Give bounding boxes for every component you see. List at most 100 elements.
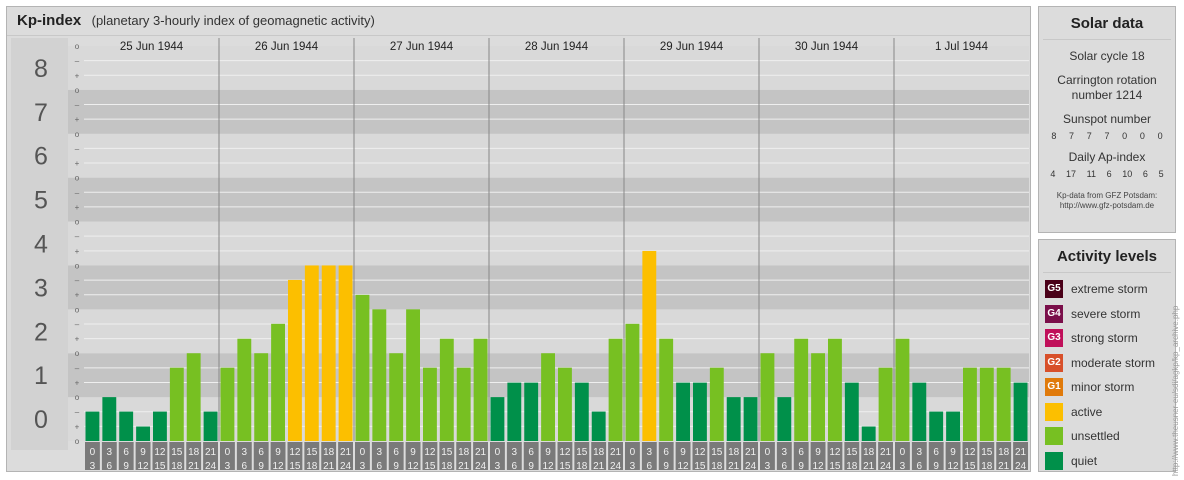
minor-tick-label: + bbox=[75, 159, 80, 168]
solar-data-panel: Solar data Solar cycle 18 Carrington rot… bbox=[1038, 6, 1176, 233]
legend-item-quiet: quiet bbox=[1039, 449, 1175, 474]
interval-end: 18 bbox=[441, 461, 453, 470]
kp-bar-0-5 bbox=[169, 367, 184, 441]
minor-tick-label: + bbox=[75, 291, 80, 300]
interval-start: 6 bbox=[933, 447, 939, 458]
interval-end: 15 bbox=[829, 461, 841, 470]
interval-end: 12 bbox=[138, 461, 150, 470]
kp-bar-4-4 bbox=[693, 382, 707, 441]
kp-bar-4-7 bbox=[743, 397, 758, 441]
interval-end: 21 bbox=[458, 461, 470, 470]
interval-start: 21 bbox=[1015, 447, 1027, 458]
kp-band-5 bbox=[68, 177, 1029, 222]
interval-end: 9 bbox=[798, 461, 804, 470]
legend-swatch: G5 bbox=[1045, 280, 1063, 299]
y-tick-label-5: 5 bbox=[34, 187, 48, 215]
interval-end: 21 bbox=[998, 461, 1010, 470]
sunspot-value-5: 0 bbox=[1139, 131, 1145, 141]
interval-start: 12 bbox=[559, 447, 571, 458]
interval-end: 18 bbox=[711, 461, 723, 470]
interval-end: 6 bbox=[242, 461, 248, 470]
interval-start: 3 bbox=[782, 447, 788, 458]
interval-start: 0 bbox=[900, 447, 906, 458]
interval-end: 3 bbox=[900, 461, 906, 470]
interval-start: 3 bbox=[107, 447, 113, 458]
day-label-1: 26 Jun 1944 bbox=[255, 41, 319, 53]
interval-start: 9 bbox=[950, 447, 956, 458]
minor-tick-label: + bbox=[75, 71, 80, 80]
interval-start: 3 bbox=[917, 447, 923, 458]
interval-start: 9 bbox=[140, 447, 146, 458]
kp-bar-2-2 bbox=[389, 353, 404, 441]
kp-bar-0-0 bbox=[85, 411, 100, 441]
chart-title: Kp-index bbox=[17, 12, 82, 29]
interval-end: 6 bbox=[917, 461, 923, 470]
legend-swatch bbox=[1045, 427, 1063, 446]
kp-band-6 bbox=[68, 133, 1029, 178]
interval-start: 18 bbox=[728, 447, 740, 458]
interval-start: 21 bbox=[610, 447, 622, 458]
interval-end: 18 bbox=[306, 461, 318, 470]
legend-item-unsettled: unsettled bbox=[1039, 424, 1175, 449]
legend-item-severe-storm: G4 severe storm bbox=[1039, 302, 1175, 327]
interval-start: 9 bbox=[815, 447, 821, 458]
kp-bar-4-5 bbox=[709, 367, 724, 441]
interval-start: 6 bbox=[528, 447, 534, 458]
kp-bar-6-7 bbox=[1013, 382, 1028, 441]
interval-end: 21 bbox=[863, 461, 875, 470]
kp-bar-3-1 bbox=[507, 382, 522, 441]
minor-tick-label: – bbox=[75, 144, 80, 153]
kp-bar-6-4 bbox=[963, 367, 977, 441]
kp-bar-0-6 bbox=[186, 353, 201, 441]
interval-start: 21 bbox=[475, 447, 487, 458]
minor-tick-label: – bbox=[75, 276, 80, 285]
interval-start: 18 bbox=[998, 447, 1010, 458]
interval-end: 15 bbox=[559, 461, 571, 470]
ap-values: 4 17 11 6 10 6 5 bbox=[1045, 169, 1169, 179]
legend-label: minor storm bbox=[1071, 380, 1135, 395]
interval-start: 12 bbox=[829, 447, 841, 458]
interval-start: 0 bbox=[90, 447, 96, 458]
kp-bar-3-4 bbox=[558, 367, 572, 441]
kp-bar-6-2 bbox=[929, 411, 944, 441]
interval-start: 9 bbox=[680, 447, 686, 458]
kp-bar-2-0 bbox=[355, 294, 370, 441]
legend-swatch: G2 bbox=[1045, 353, 1063, 372]
interval-start: 12 bbox=[289, 447, 301, 458]
interval-end: 21 bbox=[188, 461, 200, 470]
kp-bar-1-3 bbox=[271, 323, 285, 441]
interval-end: 3 bbox=[360, 461, 366, 470]
kp-bar-0-7 bbox=[203, 411, 218, 441]
y-tick-label-7: 7 bbox=[34, 99, 48, 127]
y-tick-label-3: 3 bbox=[34, 274, 48, 302]
sunspot-value-0: 8 bbox=[1051, 131, 1057, 141]
y-tick-label-9: 9 bbox=[34, 38, 48, 39]
kp-bar-5-6 bbox=[861, 426, 876, 441]
chart-title-bar: Kp-index (planetary 3-hourly index of ge… bbox=[7, 7, 1030, 36]
interval-end: 24 bbox=[610, 461, 622, 470]
interval-start: 15 bbox=[981, 447, 993, 458]
ap-value-5: 6 bbox=[1142, 169, 1148, 179]
ap-value-3: 6 bbox=[1106, 169, 1112, 179]
interval-end: 24 bbox=[880, 461, 892, 470]
day-label-0: 25 Jun 1944 bbox=[120, 41, 184, 53]
interval-start: 3 bbox=[377, 447, 383, 458]
ap-label: Daily Ap-index bbox=[1068, 150, 1146, 164]
interval-start: 18 bbox=[458, 447, 470, 458]
ap-value-1: 17 bbox=[1065, 169, 1076, 179]
kp-bar-5-1 bbox=[777, 397, 792, 441]
interval-end: 18 bbox=[981, 461, 993, 470]
minor-tick-label: – bbox=[75, 188, 80, 197]
interval-end: 12 bbox=[813, 461, 825, 470]
day-label-2: 27 Jun 1944 bbox=[390, 41, 454, 53]
legend-swatch: G1 bbox=[1045, 378, 1063, 397]
minor-tick-label: – bbox=[75, 364, 80, 373]
day-label-6: 1 Jul 1944 bbox=[935, 41, 989, 53]
kp-bar-3-0 bbox=[490, 397, 505, 441]
interval-end: 24 bbox=[1015, 461, 1027, 470]
minor-tick-label: o bbox=[75, 174, 80, 183]
interval-end: 6 bbox=[782, 461, 788, 470]
interval-end: 9 bbox=[123, 461, 129, 470]
minor-tick-label: o bbox=[75, 393, 80, 402]
interval-start: 15 bbox=[711, 447, 723, 458]
